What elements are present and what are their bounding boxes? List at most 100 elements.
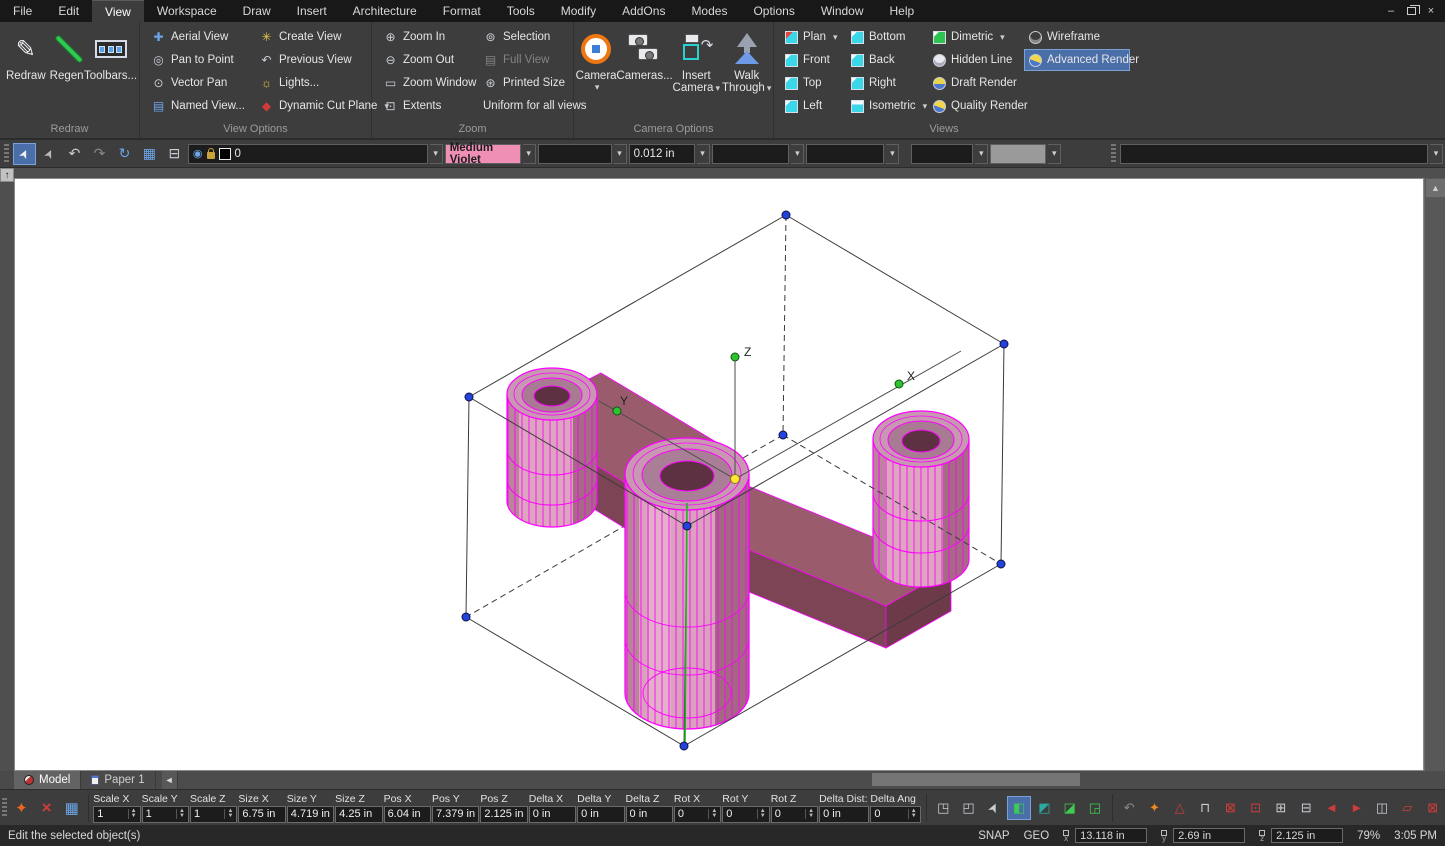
stepper[interactable]: ▲▼ bbox=[224, 809, 233, 819]
zoom-out-button[interactable]: ⊖Zoom Out bbox=[378, 49, 470, 71]
vector-pan-button[interactable]: ⊙Vector Pan bbox=[146, 72, 246, 94]
top-view-button[interactable]: Top bbox=[780, 72, 842, 94]
print-button[interactable]: ⊟ bbox=[163, 143, 186, 165]
named-view-button[interactable]: ▤Named View... bbox=[146, 95, 246, 117]
cancel-edit-button[interactable]: × bbox=[34, 795, 59, 821]
pos-x-input[interactable]: 6.04 in bbox=[384, 806, 431, 823]
brush-combo-arrow[interactable]: ▾ bbox=[886, 144, 899, 164]
selection-info-button[interactable]: ▦ bbox=[138, 143, 161, 165]
pen-color-combo[interactable]: Medium Violet bbox=[445, 144, 521, 164]
model-right-cylinder[interactable] bbox=[873, 406, 969, 606]
x-coordinate-field[interactable]: 13.118 in bbox=[1075, 828, 1147, 843]
dimetric-view-button[interactable]: Dimetric▾ bbox=[928, 26, 1020, 48]
toolbars-button[interactable]: Toolbars... bbox=[88, 26, 134, 122]
workplane-by-face-button[interactable]: ◳ bbox=[932, 796, 955, 820]
horizontal-scrollbar-thumb[interactable] bbox=[872, 773, 1080, 786]
menu-insert[interactable]: Insert bbox=[284, 0, 340, 22]
pan-to-point-button[interactable]: ◎Pan to Point bbox=[146, 49, 246, 71]
rot-z-input[interactable]: 0▲▼ bbox=[771, 806, 818, 823]
scale-z-input[interactable]: 1▲▼ bbox=[190, 806, 237, 823]
tab-model[interactable]: Model bbox=[14, 771, 81, 789]
plan-view-button[interactable]: Plan▾ bbox=[780, 26, 842, 48]
clip-plane-1-button[interactable]: ◩ bbox=[1033, 796, 1056, 820]
zoom-percentage[interactable]: 79% bbox=[1357, 830, 1380, 842]
rot-x-input[interactable]: 0▲▼ bbox=[674, 806, 721, 823]
degrade-warning-button[interactable]: △ bbox=[1168, 796, 1191, 820]
pattern-combo[interactable] bbox=[712, 144, 790, 164]
wireframe-button[interactable]: Wireframe bbox=[1024, 26, 1130, 48]
no-frame-button[interactable]: ⊠ bbox=[1219, 796, 1242, 820]
restore-button[interactable] bbox=[1403, 4, 1419, 18]
text-style-combo[interactable] bbox=[911, 144, 973, 164]
advanced-render-button[interactable]: Advanced Render bbox=[1024, 49, 1130, 71]
pos-y-input[interactable]: 7.379 in bbox=[432, 806, 479, 823]
model-left-cylinder[interactable] bbox=[507, 361, 597, 541]
link-nodes-button[interactable]: ◫ bbox=[1370, 796, 1393, 820]
named-view-combo[interactable] bbox=[1120, 144, 1428, 164]
named-view-combo-arrow[interactable]: ▾ bbox=[1430, 144, 1443, 164]
pos-z-input[interactable]: 2.125 in bbox=[480, 806, 527, 823]
undo-button[interactable]: ↶ bbox=[63, 143, 86, 165]
line-width-combo-arrow[interactable]: ▾ bbox=[697, 144, 710, 164]
delta-y-input[interactable]: 0 in bbox=[577, 806, 624, 823]
stepper[interactable]: ▲▼ bbox=[805, 809, 814, 819]
menu-view[interactable]: View bbox=[92, 0, 144, 22]
pen-style-combo[interactable] bbox=[538, 144, 612, 164]
toolbar-grip[interactable] bbox=[4, 144, 9, 164]
pick-point-button[interactable]: ➤ bbox=[978, 792, 1010, 823]
tab-paper-1[interactable]: Paper 1 bbox=[81, 771, 155, 789]
insert-camera-button[interactable]: ↷ Insert Camera▾ bbox=[673, 26, 720, 122]
bottom-view-button[interactable]: Bottom bbox=[846, 26, 924, 48]
left-view-button[interactable]: Left bbox=[780, 95, 842, 117]
stepper[interactable]: ▲▼ bbox=[128, 809, 137, 819]
fill-combo-arrow[interactable]: ▾ bbox=[1048, 144, 1061, 164]
menu-architecture[interactable]: Architecture bbox=[340, 0, 430, 22]
menu-edit[interactable]: Edit bbox=[45, 0, 92, 22]
scale-y-input[interactable]: 1▲▼ bbox=[142, 806, 189, 823]
zoom-in-button[interactable]: ⊕Zoom In bbox=[378, 26, 470, 48]
delta-ang-input[interactable]: 0▲▼ bbox=[870, 806, 920, 823]
scroll-up-icon[interactable]: ▲ bbox=[1426, 179, 1445, 197]
menu-modify[interactable]: Modify bbox=[548, 0, 609, 22]
minimize-button[interactable]: – bbox=[1383, 4, 1399, 18]
delta-dist-input[interactable]: 0 in bbox=[819, 806, 869, 823]
pen-style-combo-arrow[interactable]: ▾ bbox=[614, 144, 627, 164]
zoom-window-button[interactable]: ▭Zoom Window bbox=[378, 72, 470, 94]
aerial-view-button[interactable]: ✚Aerial View bbox=[146, 26, 246, 48]
menu-format[interactable]: Format bbox=[430, 0, 494, 22]
line-width-combo[interactable]: 0.012 in bbox=[629, 144, 695, 164]
close-button[interactable]: × bbox=[1423, 4, 1439, 18]
geo-toggle[interactable]: GEO bbox=[1024, 830, 1050, 842]
camera-button[interactable]: Camera ▾ bbox=[576, 26, 617, 122]
front-view-button[interactable]: Front bbox=[780, 49, 842, 71]
regen-button[interactable]: Regen bbox=[50, 26, 84, 122]
menu-tools[interactable]: Tools bbox=[494, 0, 548, 22]
hidden-line-button[interactable]: Hidden Line bbox=[928, 49, 1020, 71]
fill-combo[interactable] bbox=[990, 144, 1046, 164]
brush-combo[interactable] bbox=[806, 144, 884, 164]
redo-button[interactable]: ↷ bbox=[88, 143, 111, 165]
snap-toggle[interactable]: SNAP bbox=[978, 830, 1009, 842]
extents-button[interactable]: ⊡Extents bbox=[378, 95, 470, 117]
layer-combo-arrow[interactable]: ▾ bbox=[430, 144, 443, 164]
menu-window[interactable]: Window bbox=[808, 0, 877, 22]
isometric-view-button[interactable]: Isometric▾ bbox=[846, 95, 924, 117]
stepper[interactable]: ▲▼ bbox=[757, 809, 766, 819]
menu-options[interactable]: Options bbox=[740, 0, 807, 22]
selector-properties-button[interactable]: ▦ bbox=[59, 795, 84, 821]
delta-x-input[interactable]: 0 in bbox=[529, 806, 576, 823]
z-axis-handle[interactable] bbox=[731, 353, 739, 361]
horizontal-scrollbar[interactable] bbox=[178, 771, 1445, 789]
rot-y-input[interactable]: 0▲▼ bbox=[722, 806, 769, 823]
effects-button[interactable]: ✦ bbox=[1143, 796, 1166, 820]
node-edit-tool-button[interactable]: ➤ bbox=[38, 143, 61, 165]
vertical-scrollbar[interactable]: ▲ bbox=[1424, 178, 1445, 771]
right-view-button[interactable]: Right bbox=[846, 72, 924, 94]
orbit-button[interactable]: ↻ bbox=[113, 143, 136, 165]
layer-combo[interactable]: ◉ 0 bbox=[188, 144, 428, 164]
pen-color-combo-arrow[interactable]: ▾ bbox=[523, 144, 536, 164]
clip-plane-2-button[interactable]: ◪ bbox=[1058, 796, 1081, 820]
y-axis-handle[interactable] bbox=[613, 407, 621, 415]
render-clip-off-button[interactable]: ◧ bbox=[1007, 796, 1030, 820]
clip-polyline-button[interactable]: ◲ bbox=[1083, 796, 1106, 820]
